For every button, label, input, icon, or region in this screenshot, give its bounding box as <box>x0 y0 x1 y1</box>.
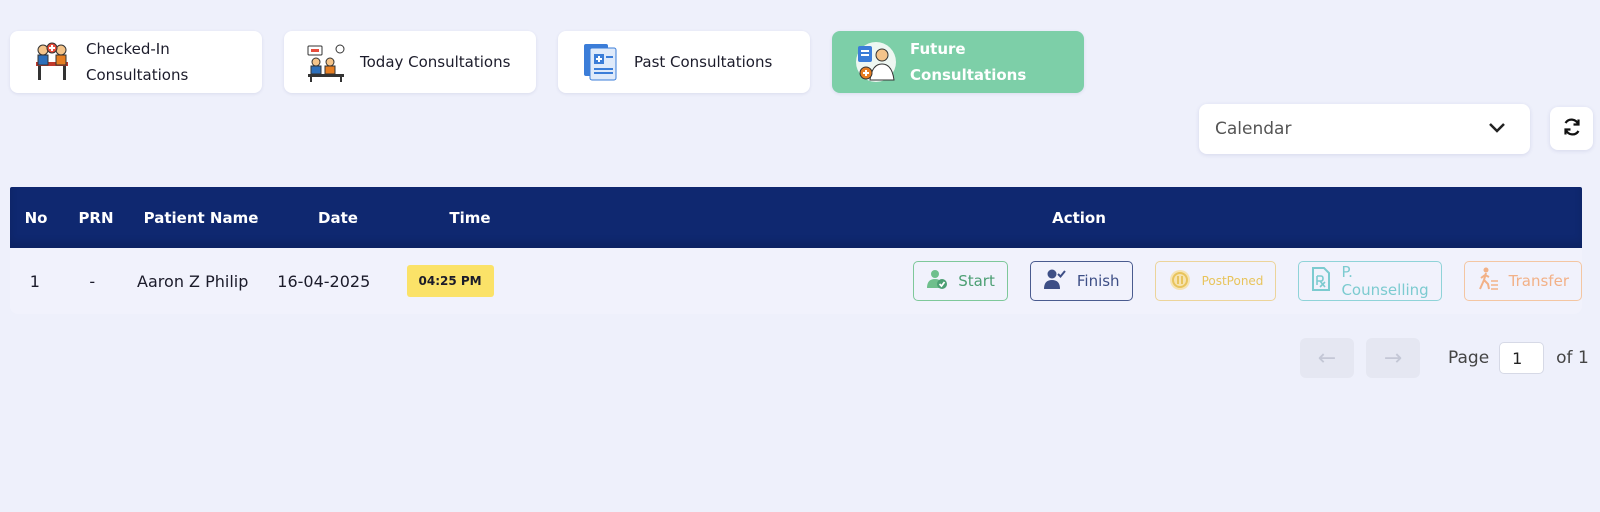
cell-date: 16-04-2025 <box>277 271 371 291</box>
tab-checked-in[interactable]: Checked-In Consultations <box>10 31 262 93</box>
table-header: No PRN Patient Name Date Time Action <box>10 187 1582 248</box>
consultations-table: No PRN Patient Name Date Time Action 1 -… <box>10 187 1582 314</box>
action-buttons: Start Finish PostPoned P. Counselling Tr… <box>513 261 1582 301</box>
transfer-label: Transfer <box>1508 272 1569 290</box>
next-page-button[interactable]: → <box>1366 338 1420 378</box>
transfer-button[interactable]: Transfer <box>1463 261 1582 301</box>
view-select-value: Calendar <box>1215 119 1292 139</box>
checkin-icon <box>30 40 74 84</box>
pause-icon <box>1168 268 1192 295</box>
tab-label: Future Consultations <box>910 40 1027 84</box>
refresh-button[interactable] <box>1550 107 1593 150</box>
cell-prn: - <box>89 271 96 291</box>
header-no: No <box>24 208 48 227</box>
header-patient-name: Patient Name <box>143 208 259 227</box>
page-number-input[interactable] <box>1499 342 1545 374</box>
medical-records-icon <box>578 40 622 84</box>
start-label: Start <box>958 272 995 290</box>
user-check-icon <box>926 268 948 294</box>
table-row: 1 - Aaron Z Philip 16-04-2025 04:25 PM S… <box>10 248 1582 314</box>
time-badge: 04:25 PM <box>406 265 494 297</box>
postponed-label: PostPoned <box>1201 274 1264 288</box>
refresh-icon <box>1562 117 1582 141</box>
view-select[interactable]: Calendar <box>1199 104 1530 154</box>
postponed-button[interactable]: PostPoned <box>1154 261 1277 301</box>
user-done-icon <box>1043 268 1067 294</box>
pagination: ← → Page of 1 <box>1300 338 1589 378</box>
header-action: Action <box>1052 208 1106 227</box>
tab-label: Checked-In Consultations <box>86 40 189 84</box>
chevron-down-icon <box>1488 119 1506 139</box>
page-label: Page <box>1448 348 1490 368</box>
tab-future[interactable]: Future Consultations <box>832 31 1084 93</box>
header-prn: PRN <box>78 208 114 227</box>
tab-label: Today Consultations <box>360 53 511 71</box>
cell-no: 1 <box>29 271 40 291</box>
tab-past[interactable]: Past Consultations <box>558 31 810 93</box>
finish-button[interactable]: Finish <box>1029 261 1133 301</box>
start-button[interactable]: Start <box>913 261 1008 301</box>
waiting-room-icon <box>304 40 348 84</box>
counselling-label: P. Counselling <box>1341 263 1429 299</box>
walking-person-icon <box>1477 267 1499 295</box>
prescription-icon <box>1311 267 1331 295</box>
consultation-tabs: Checked-In Consultations Today Consultat… <box>10 31 1084 93</box>
tab-label: Past Consultations <box>634 53 773 71</box>
header-time: Time <box>449 208 491 227</box>
cell-patient-name: Aaron Z Philip <box>137 271 249 291</box>
header-date: Date <box>318 208 358 227</box>
counselling-button[interactable]: P. Counselling <box>1298 261 1442 301</box>
finish-label: Finish <box>1076 272 1120 290</box>
page-total: of 1 <box>1556 348 1589 368</box>
doctor-icon <box>854 40 898 84</box>
tab-today[interactable]: Today Consultations <box>284 31 536 93</box>
prev-page-button[interactable]: ← <box>1300 338 1354 378</box>
